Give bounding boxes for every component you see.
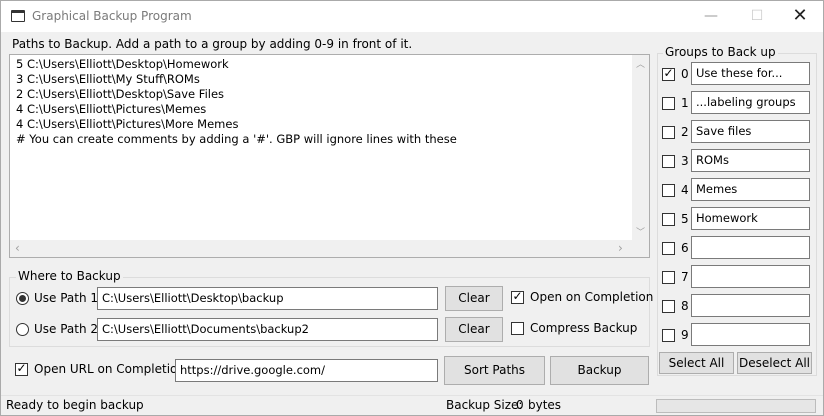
window-title: Graphical Backup Program (32, 9, 192, 23)
path1-radio[interactable] (16, 292, 29, 305)
group-2-name-input[interactable]: Save files (691, 120, 810, 143)
scroll-up-icon[interactable]: ︿ (636, 57, 645, 70)
group-3-checkbox[interactable] (662, 155, 675, 168)
path-line: # You can create comments by adding a '#… (16, 132, 457, 146)
clear-path2-button[interactable]: Clear (445, 317, 503, 342)
group-number: 6 (681, 241, 689, 255)
path2-input[interactable]: C:\Users\Elliott\Documents\backup2 (97, 318, 438, 341)
path2-label: Use Path 2: (34, 322, 103, 336)
radio-selected-icon (19, 295, 26, 302)
select-all-button[interactable]: Select All (659, 352, 734, 374)
paths-label: Paths to Backup. Add a path to a group b… (12, 37, 413, 51)
group-0-checkbox[interactable]: ✓ (662, 66, 675, 81)
path-line: 4 C:\Users\Elliott\Pictures\Memes (16, 102, 207, 116)
backup-button[interactable]: Backup (550, 356, 649, 385)
group-5-checkbox[interactable] (662, 213, 675, 226)
paths-textarea[interactable]: 5 C:\Users\Elliott\Desktop\Homework 3 C:\… (9, 54, 650, 258)
url-input[interactable]: https://drive.google.com/ (175, 359, 438, 382)
scroll-down-icon[interactable]: ﹀ (636, 225, 645, 238)
folder-icon (11, 10, 25, 22)
open-on-completion-checkbox[interactable]: ✓ (511, 289, 524, 304)
backup-size-value: 0 (516, 398, 524, 412)
checkmark-icon: ✓ (512, 289, 523, 303)
maximize-button[interactable]: ☐ (734, 1, 780, 32)
group-number: 7 (681, 270, 689, 284)
group-0-name-input[interactable]: Use these for... (691, 62, 810, 85)
minimize-button[interactable]: — (688, 1, 734, 32)
group-number: 3 (681, 154, 689, 168)
backup-progress-bar (656, 399, 816, 413)
group-3-name-input[interactable]: ROMs (691, 149, 810, 172)
group-6-name-input[interactable] (691, 236, 810, 259)
compress-backup-label: Compress Backup (530, 321, 638, 335)
backup-size-unit: bytes (528, 398, 562, 412)
group-9-name-input[interactable] (691, 323, 810, 346)
group-7-checkbox[interactable] (662, 271, 675, 284)
group-2-checkbox[interactable] (662, 126, 675, 139)
group-4-name-input[interactable]: Memes (691, 178, 810, 201)
main-window: Graphical Backup Program — ☐ ✕ Paths to … (0, 0, 824, 416)
backup-size-label: Backup Size: (446, 398, 523, 412)
group-9-checkbox[interactable] (662, 329, 675, 342)
sort-paths-button[interactable]: Sort Paths (444, 356, 545, 385)
path1-input[interactable]: C:\Users\Elliott\Desktop\backup (97, 287, 438, 310)
checkmark-icon: ✓ (663, 66, 674, 80)
close-button[interactable]: ✕ (777, 1, 823, 32)
horizontal-scrollbar[interactable]: ‹ › (10, 240, 632, 257)
path-line: 5 C:\Users\Elliott\Desktop\Homework (16, 57, 229, 71)
group-number: 0 (681, 67, 689, 81)
clear-path1-button[interactable]: Clear (445, 286, 503, 311)
open-url-label: Open URL on Completion: (34, 362, 190, 376)
path-line: 2 C:\Users\Elliott\Desktop\Save Files (16, 87, 225, 101)
where-to-backup-title: Where to Backup (16, 269, 123, 283)
groups-title: Groups to Back up (663, 45, 778, 59)
checkmark-icon: ✓ (16, 361, 27, 375)
path1-label: Use Path 1: (34, 291, 103, 305)
group-8-name-input[interactable] (691, 294, 810, 317)
scroll-left-icon[interactable]: ‹ (15, 241, 20, 255)
paths-lines: 5 C:\Users\Elliott\Desktop\Homework 3 C:\… (16, 57, 457, 147)
group-number: 1 (681, 96, 689, 110)
group-5-name-input[interactable]: Homework (691, 207, 810, 230)
scrollbar-corner (632, 240, 649, 257)
scroll-right-icon[interactable]: › (618, 241, 623, 255)
group-number: 2 (681, 125, 689, 139)
group-1-name-input[interactable]: ...labeling groups (691, 91, 810, 114)
title-bar[interactable]: Graphical Backup Program — ☐ ✕ (1, 1, 823, 32)
open-url-checkbox[interactable]: ✓ (15, 361, 28, 376)
deselect-all-button[interactable]: Deselect All (737, 352, 812, 374)
group-7-name-input[interactable] (691, 265, 810, 288)
path2-radio[interactable] (16, 323, 29, 336)
group-8-checkbox[interactable] (662, 300, 675, 313)
group-number: 8 (681, 299, 689, 313)
group-number: 9 (681, 328, 689, 342)
path-line: 3 C:\Users\Elliott\My Stuff\ROMs (16, 72, 200, 86)
path-line: 4 C:\Users\Elliott\Pictures\More Memes (16, 117, 239, 131)
group-number: 5 (681, 212, 689, 226)
compress-backup-checkbox[interactable] (511, 322, 524, 335)
status-text: Ready to begin backup (6, 398, 144, 412)
group-1-checkbox[interactable] (662, 97, 675, 110)
vertical-scrollbar[interactable]: ︿ ﹀ (632, 55, 649, 241)
group-4-checkbox[interactable] (662, 184, 675, 197)
open-on-completion-label: Open on Completion (530, 290, 654, 304)
group-number: 4 (681, 183, 689, 197)
group-6-checkbox[interactable] (662, 242, 675, 255)
